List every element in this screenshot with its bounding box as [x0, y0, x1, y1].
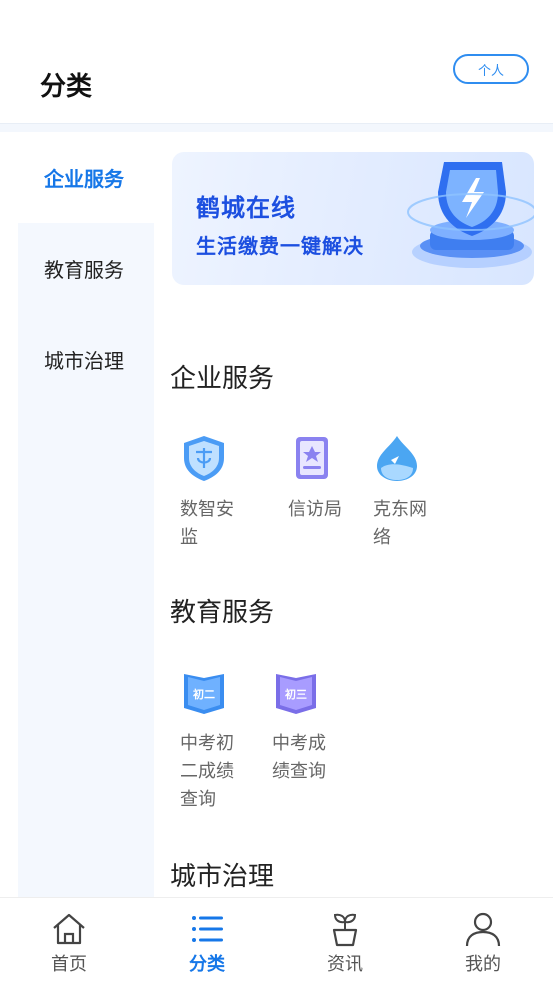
tab-mine[interactable]: 我的: [414, 898, 552, 983]
section-title-city: 城市治理: [170, 862, 275, 892]
grade-badge-text: 初三: [285, 687, 307, 701]
plant-icon: [332, 913, 358, 947]
tab-news[interactable]: 资讯: [276, 898, 414, 983]
tab-category[interactable]: 分类: [138, 898, 276, 983]
tab-home[interactable]: 首页: [0, 898, 138, 983]
list-icon: [192, 916, 223, 942]
app-label: 中考成绩查询: [272, 733, 326, 782]
divider: [0, 124, 553, 132]
promo-banner[interactable]: 鹤城在线 生活缴费一键解决: [172, 152, 534, 285]
app-label: 信访局: [288, 499, 342, 520]
sidebar-item-education[interactable]: 教育服务: [18, 223, 154, 314]
banner-subtitle: 生活缴费一键解决: [196, 234, 364, 258]
personal-button[interactable]: 个人: [453, 54, 529, 84]
user-icon: [465, 912, 501, 947]
tab-label: 资讯: [327, 954, 363, 975]
grade-badge-text: 初二: [193, 687, 215, 701]
tab-label: 我的: [465, 954, 501, 975]
book-icon: 初二: [184, 674, 224, 714]
tab-label: 分类: [189, 954, 225, 975]
shield-icon: [184, 436, 224, 481]
book-icon: 初三: [276, 674, 316, 714]
app-label: 数智安监: [180, 499, 234, 548]
tab-label: 首页: [51, 954, 87, 975]
sidebar-item-enterprise[interactable]: 企业服务: [18, 132, 154, 223]
app-label: 克东网络: [373, 499, 427, 548]
banner-title: 鹤城在线: [196, 194, 296, 222]
document-icon: [296, 437, 328, 479]
water-drop-icon: [377, 436, 417, 481]
sidebar-item-city[interactable]: 城市治理: [18, 314, 154, 405]
lightning-shield-icon: [407, 162, 534, 268]
home-icon: [53, 913, 85, 945]
bottom-tab-bar: 首页 分类 资讯 我的: [0, 897, 553, 983]
page-title: 分类: [40, 72, 93, 102]
section-title-enterprise: 企业服务: [170, 364, 275, 394]
category-sidebar: 企业服务 教育服务 城市治理: [18, 132, 154, 897]
section-title-education: 教育服务: [170, 598, 275, 628]
app-label: 中考初二成绩查询: [180, 733, 234, 810]
top-header: 分类 个人: [0, 0, 553, 124]
